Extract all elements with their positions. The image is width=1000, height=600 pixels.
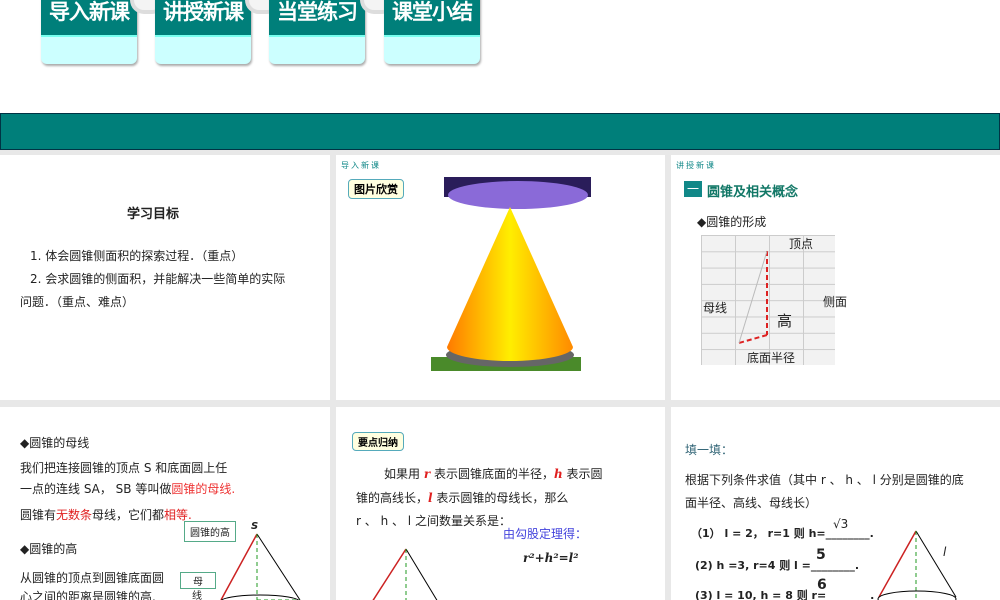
tag-key-points: 要点归纳	[352, 432, 404, 451]
section-label: 讲授新课	[676, 161, 716, 170]
question-2: (2) h =3, r=4 则 l =________.	[695, 559, 860, 572]
slide-title: 学习目标	[127, 207, 180, 222]
tab-practice[interactable]: 当堂练习	[269, 0, 365, 64]
cone-diagram	[220, 533, 301, 600]
tab-intro[interactable]: 导入新课	[41, 0, 137, 64]
title-bar	[0, 113, 1000, 150]
slide-key-points[interactable]: 要点归纳 如果用 r 表示圆锥底面的半径，h 表示圆 锥的高线长，l 表示圆锥的…	[336, 407, 665, 600]
section-label: 导入新课	[341, 161, 381, 170]
cone-diagram	[877, 530, 957, 600]
tag-picture: 图片欣赏	[348, 179, 404, 199]
goal-item: 2. 会求圆锥的侧面积，并能解决一些简单的实际	[30, 272, 286, 286]
slide-learning-goals[interactable]: 学习目标 1. 体会圆锥侧面积的探索过程．（重点） 2. 会求圆锥的侧面积，并能…	[0, 155, 330, 400]
slide-fill-in[interactable]: 填一填： 根据下列条件求值（其中 r 、 h 、 l 分别是圆锥的底 面半径、高…	[671, 407, 1000, 600]
goal-item: 问题．（重点、难点）	[20, 295, 135, 309]
slide-grid: 学习目标 1. 体会圆锥侧面积的探索过程．（重点） 2. 会求圆锥的侧面积，并能…	[0, 150, 1000, 600]
cone-diagram	[372, 548, 438, 600]
slide-picture[interactable]: 导入新课 图片欣赏	[336, 155, 665, 400]
tab-lecture[interactable]: 讲授新课	[155, 0, 251, 64]
question-3: (3) l = 10, h = 8 则 r=________.	[695, 589, 875, 600]
subheading: ◆圆锥的形成	[697, 215, 767, 229]
slide-generatrix[interactable]: ◆圆锥的母线 我们把连接圆锥的顶点 S 和底面圆上任 一点的连线 SA， SB …	[0, 407, 330, 600]
slide-cone-concepts[interactable]: 讲授新课 一 圆锥及相关概念 ◆圆锥的形成 顶点 母线 高 底面半径 侧面	[671, 155, 1000, 400]
answer-3: 6	[817, 577, 827, 593]
tab-summary[interactable]: 课堂小结	[384, 0, 480, 64]
section-heading: 圆锥及相关概念	[707, 185, 799, 200]
formula: r²+h²=l²	[523, 551, 579, 565]
answer-1: √3	[833, 517, 849, 531]
goal-item: 1. 体会圆锥侧面积的探索过程．（重点）	[30, 249, 244, 263]
cone-formation-diagram: 顶点 母线 高 底面半径	[701, 235, 835, 365]
answer-2: 5	[816, 547, 826, 563]
section-number: 一	[684, 181, 702, 197]
cone-image	[431, 177, 591, 371]
